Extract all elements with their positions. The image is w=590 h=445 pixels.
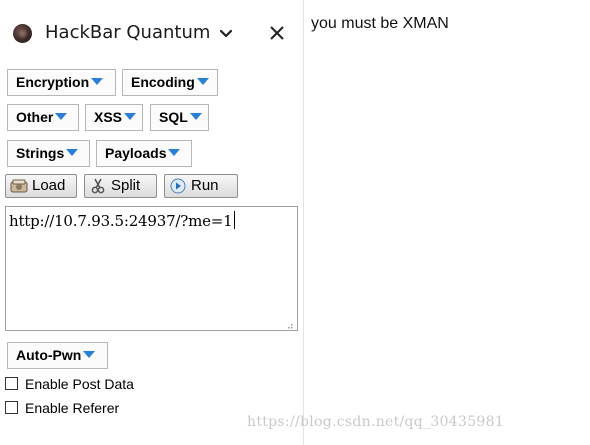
load-icon	[10, 178, 28, 194]
payloads-menu-label: Payloads	[105, 145, 167, 161]
autopwn-menu-label: Auto-Pwn	[16, 347, 82, 363]
hackbar-sidebar: HackBar Quantum Encryption Encoding Othe…	[0, 0, 304, 445]
resize-grip-icon[interactable]	[284, 317, 293, 329]
encoding-menu-button[interactable]: Encoding	[122, 69, 218, 96]
strings-menu-label: Strings	[16, 145, 65, 161]
chevron-down-icon[interactable]	[218, 24, 234, 42]
page-content-text: you must be XMAN	[311, 15, 449, 32]
enable-post-data-checkbox[interactable]	[5, 377, 18, 390]
dropdown-arrow-icon	[66, 149, 79, 156]
xss-menu-label: XSS	[94, 109, 123, 125]
url-value: http://10.7.93.5:24937/?me=1	[9, 212, 233, 230]
encoding-menu-label: Encoding	[131, 74, 195, 90]
sql-menu-label: SQL	[159, 109, 188, 125]
other-menu-button[interactable]: Other	[7, 104, 79, 131]
sql-menu-button[interactable]: SQL	[150, 104, 209, 131]
watermark-text: https://blog.csdn.net/qq_30435981	[247, 414, 505, 430]
load-button[interactable]: Load	[5, 174, 77, 198]
autopwn-menu-button[interactable]: Auto-Pwn	[7, 342, 108, 369]
run-button[interactable]: Run	[164, 174, 238, 198]
dropdown-arrow-icon	[124, 113, 137, 120]
enable-post-data-row[interactable]: Enable Post Data	[5, 376, 155, 394]
run-label: Run	[191, 177, 219, 194]
text-caret	[233, 211, 235, 229]
play-icon	[169, 178, 187, 194]
sidebar-header: HackBar Quantum	[0, 0, 304, 64]
other-menu-label: Other	[16, 109, 54, 125]
encryption-menu-label: Encryption	[16, 74, 90, 90]
strings-menu-button[interactable]: Strings	[7, 140, 90, 167]
enable-referer-label: Enable Referer	[25, 400, 120, 416]
dropdown-arrow-icon	[55, 113, 68, 120]
sidebar-title: HackBar Quantum	[45, 22, 211, 43]
xss-menu-button[interactable]: XSS	[85, 104, 143, 131]
encryption-menu-button[interactable]: Encryption	[7, 69, 116, 96]
dropdown-arrow-icon	[168, 149, 181, 156]
split-button[interactable]: Split	[84, 174, 157, 198]
dropdown-arrow-icon	[196, 78, 209, 85]
split-label: Split	[111, 177, 141, 194]
enable-referer-row[interactable]: Enable Referer	[5, 400, 155, 418]
url-textarea[interactable]: http://10.7.93.5:24937/?me=1	[5, 206, 298, 331]
scissors-icon	[89, 178, 107, 194]
enable-referer-checkbox[interactable]	[5, 401, 18, 414]
dropdown-arrow-icon	[83, 351, 96, 358]
payloads-menu-button[interactable]: Payloads	[96, 140, 192, 167]
dropdown-arrow-icon	[91, 78, 104, 85]
dropdown-arrow-icon	[189, 113, 202, 120]
load-label: Load	[32, 177, 66, 194]
hackbar-logo-icon	[13, 24, 32, 43]
close-icon[interactable]	[266, 22, 288, 44]
enable-post-data-label: Enable Post Data	[25, 376, 134, 392]
